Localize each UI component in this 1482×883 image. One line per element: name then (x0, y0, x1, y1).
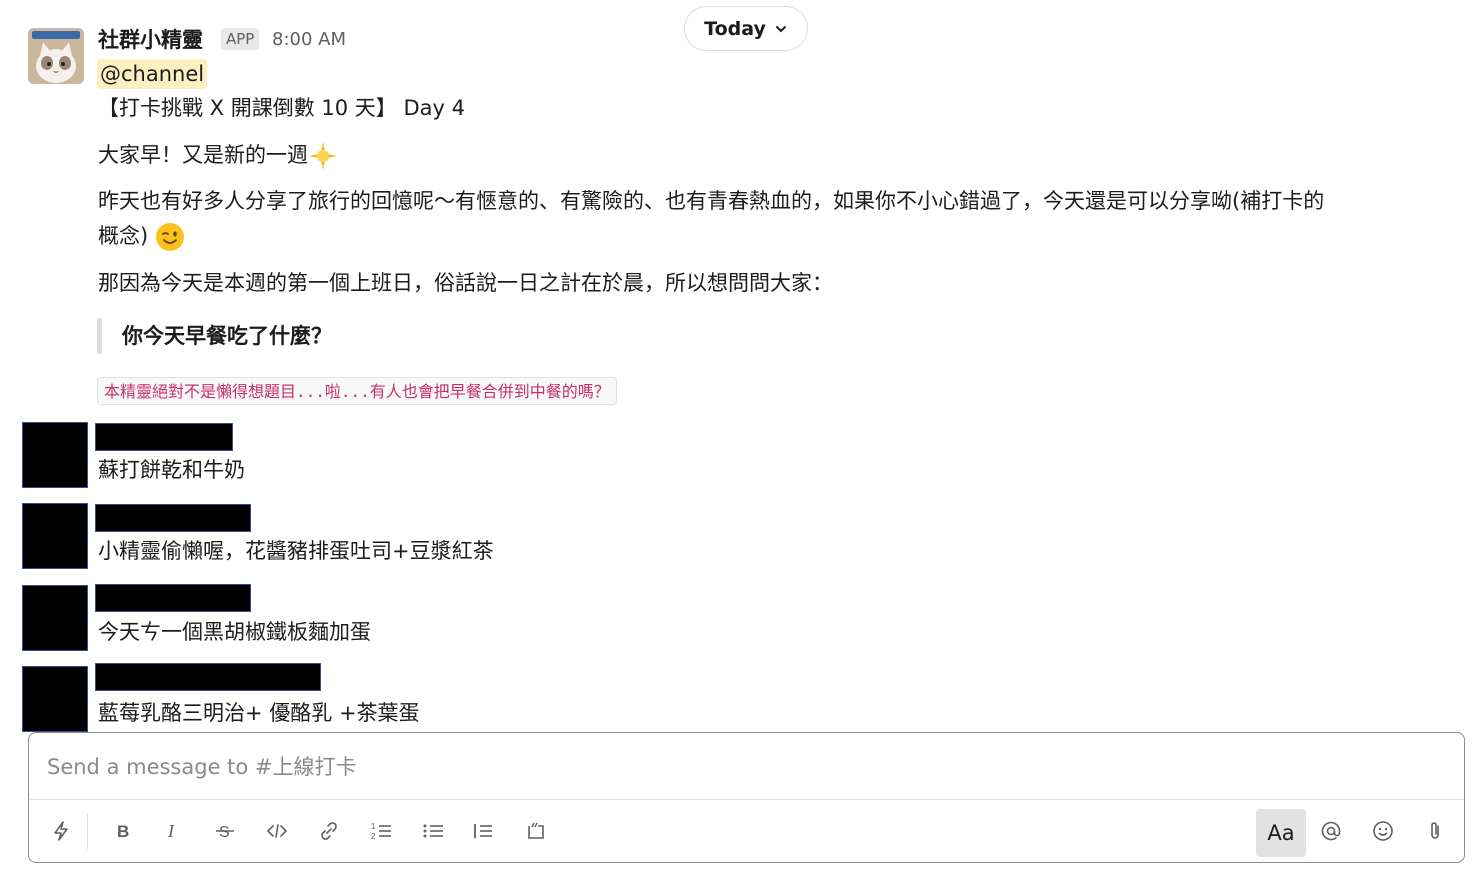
reply-name-redacted[interactable] (95, 423, 233, 451)
link-button[interactable] (313, 815, 345, 847)
svg-text:I: I (167, 821, 175, 841)
svg-text:2: 2 (371, 832, 376, 841)
reply-name-redacted[interactable] (95, 663, 321, 691)
svg-text:S: S (219, 824, 230, 841)
mention-button[interactable] (1315, 815, 1347, 847)
emoji-button[interactable] (1367, 815, 1399, 847)
bot-avatar[interactable] (28, 28, 84, 84)
strikethrough-icon: S (216, 824, 234, 841)
blockquote: 你今天早餐吃了什麼？ (97, 318, 332, 354)
ordered-list-button[interactable]: 12 (365, 815, 397, 847)
message-title-line: 【打卡挑戰 X 開課倒數 10 天】 Day 4 (98, 96, 465, 120)
date-label: Today (704, 17, 766, 40)
ordered-list-icon: 12 (371, 822, 391, 841)
paperclip-icon (1431, 822, 1439, 839)
lightning-icon (54, 821, 68, 841)
blockquote-button[interactable] (467, 815, 499, 847)
svg-text:1: 1 (371, 822, 376, 831)
composer-divider (29, 799, 1464, 800)
bulleted-list-button[interactable] (417, 815, 449, 847)
code-button[interactable] (261, 815, 293, 847)
at-sign-icon (1321, 821, 1341, 841)
formatting-toggle-button[interactable]: Aa (1256, 809, 1306, 857)
message-paragraph-line-2: 概念) (98, 219, 185, 253)
reply-text: 小精靈偷懶喔，花醬豬排蛋吐司+豆漿紅茶 (98, 539, 494, 563)
smiley-icon (1373, 821, 1393, 841)
cat-avatar-icon (28, 28, 84, 84)
link-icon (321, 822, 337, 840)
paragraph-line-2-text: 概念) (98, 224, 149, 248)
inline-code-note: 本精靈絕對不是懶得想題目...啦...有人也會把早餐合併到中餐的嗎？ (97, 377, 617, 405)
reply-avatar-redacted[interactable] (22, 585, 88, 651)
reply-name-redacted[interactable] (95, 504, 251, 532)
message-question-intro: 那因為今天是本週的第一個上班日，俗話說一日之計在於晨，所以想問問大家： (98, 271, 833, 295)
bold-button[interactable]: B (107, 815, 139, 847)
code-block-button[interactable] (519, 815, 551, 847)
reply-text: 今天ㄘ一個黑胡椒鐵板麵加蛋 (98, 620, 371, 644)
blockquote-icon (474, 824, 492, 838)
reply-avatar-redacted[interactable] (22, 503, 88, 569)
message-greeting-line: 大家早！又是新的一週 (98, 138, 338, 172)
date-divider-button[interactable]: Today (684, 6, 808, 51)
message-timestamp[interactable]: 8:00 AM (272, 29, 346, 50)
reply-name-redacted[interactable] (95, 584, 251, 612)
app-badge: APP (221, 28, 260, 50)
reply-text: 藍莓乳酪三明治+ 優酪乳 +茶葉蛋 (98, 701, 420, 725)
message-input[interactable] (45, 751, 1429, 783)
svg-text:B: B (117, 822, 129, 841)
channel-mention[interactable]: @channel (97, 59, 208, 89)
bold-icon: B (117, 822, 129, 841)
chevron-down-icon (775, 25, 786, 32)
strikethrough-button[interactable]: S (209, 815, 241, 847)
italic-icon: I (167, 821, 175, 841)
toolbar-separator (87, 813, 88, 849)
reply-avatar-redacted[interactable] (22, 666, 88, 732)
italic-button[interactable]: I (157, 815, 189, 847)
code-block-icon (528, 822, 544, 839)
wink-emoji-icon (155, 223, 184, 251)
code-icon (266, 824, 288, 838)
reply-avatar-redacted[interactable] (22, 422, 88, 488)
attach-button[interactable] (1419, 815, 1451, 847)
message-composer: B I S 12 Aa (28, 732, 1465, 863)
reply-text: 蘇打餅乾和牛奶 (98, 458, 245, 482)
shortcuts-button[interactable] (45, 815, 77, 847)
message-paragraph-line-1: 昨天也有好多人分享了旅行的回憶呢～有愜意的、有驚險的、也有青春熱血的，如果你不小… (98, 189, 1325, 213)
sender-name[interactable]: 社群小精靈 (98, 24, 203, 54)
sparkle-sun-icon (309, 142, 337, 170)
greeting-text: 大家早！又是新的一週 (98, 143, 308, 167)
bulleted-list-icon (423, 824, 443, 838)
